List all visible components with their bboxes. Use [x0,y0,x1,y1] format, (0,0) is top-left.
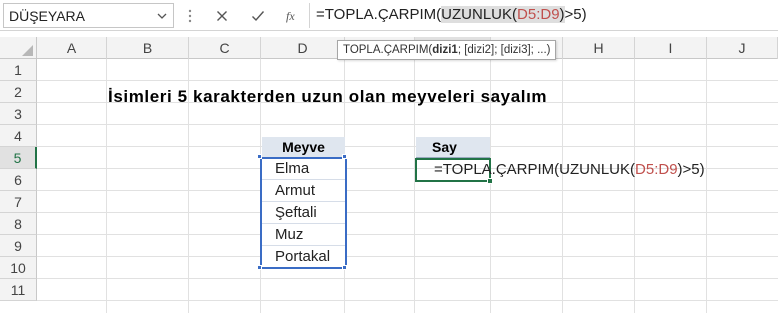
checkmark-icon [252,10,265,21]
cell-formula-suffix: >5) [682,161,705,178]
formula-prefix: =TOPLA.ÇARPIM( [316,6,442,23]
count-table-header[interactable]: Say [416,137,490,158]
select-all-button[interactable] [0,37,37,59]
grid-line [634,59,635,313]
fruit-cell[interactable]: Şeftali [262,202,345,224]
formula-bar-separator [309,3,310,28]
cell-formula-prefix: =TOPLA.ÇARPIM(UZUNLUK( [434,161,636,178]
drag-handle-icon[interactable] [188,9,192,23]
sheet-title: İsimleri 5 karakterden uzun olan meyvele… [108,87,548,106]
grid-line [37,146,778,147]
row-header-5[interactable]: 5 [0,147,37,169]
row-header-10[interactable]: 10 [0,257,37,279]
column-header-h[interactable]: H [563,37,635,59]
grid-line [562,59,563,313]
row-header-7[interactable]: 7 [0,191,37,213]
column-header-j[interactable]: J [707,37,778,59]
column-header-i[interactable]: I [635,37,707,59]
insert-function-button[interactable]: fx [280,4,306,27]
cell-formula-ref: D5:D9 [635,161,678,178]
tooltip-current-argument: dizi1 [432,44,458,56]
column-header-b[interactable]: B [107,37,189,59]
svg-text:fx: fx [286,9,295,23]
row-header-8[interactable]: 8 [0,213,37,235]
fill-handle[interactable] [487,178,493,184]
row-header-9[interactable]: 9 [0,235,37,257]
formula-highlighted-arg: UZUNLUK(D5:D9) [441,6,565,23]
grid-line [37,256,778,257]
formula-bar: DÜŞEYARA fx =TOPLA.ÇARPIM(UZUNLUK(D5:D9)… [0,0,778,31]
fruit-cell[interactable]: Portakal [262,246,345,268]
enter-button[interactable] [245,4,271,27]
fruit-cell[interactable]: Elma [262,158,345,180]
grid-line [706,59,707,313]
grid-line [37,278,778,279]
column-header-a[interactable]: A [37,37,107,59]
grid-line [37,124,778,125]
grid-line [37,300,778,301]
formula-suffix: >5) [564,6,587,23]
row-header-4[interactable]: 4 [0,125,37,147]
row-header-3[interactable]: 3 [0,103,37,125]
function-argument-tooltip[interactable]: TOPLA.ÇARPIM(dizi1; [dizi2]; [dizi3]; ..… [337,40,557,60]
range-resize-handle[interactable] [257,154,262,159]
range-resize-handle[interactable] [257,265,262,270]
range-resize-handle[interactable] [342,154,347,159]
cancel-button[interactable] [209,4,235,27]
function-icon: fx [286,9,295,23]
formula-ref: D5:D9 [517,6,560,23]
formula-func: UZUNLUK( [441,6,518,23]
range-resize-handle[interactable] [342,265,347,270]
row-header-11[interactable]: 11 [0,279,37,301]
fruit-cell[interactable]: Muz [262,224,345,246]
tooltip-function-name: TOPLA.ÇARPIM( [343,44,433,56]
column-header-c[interactable]: C [189,37,261,59]
chevron-down-icon[interactable] [155,9,169,23]
grid-line [37,190,778,191]
cell-formula-editor[interactable]: =TOPLA.ÇARPIM(UZUNLUK(D5:D9)>5) [434,161,705,178]
row-header-1[interactable]: 1 [0,59,37,81]
row-header-2[interactable]: 2 [0,81,37,103]
close-icon [217,10,227,21]
grid-line [106,59,107,313]
grid-line [37,80,778,81]
tooltip-other-arguments: ; [dizi2]; [dizi3]; ...) [457,44,551,56]
name-box[interactable]: DÜŞEYARA [3,3,174,28]
column-header-d[interactable]: D [261,37,345,59]
fruit-cell[interactable]: Armut [262,180,345,202]
formula-input[interactable]: =TOPLA.ÇARPIM(UZUNLUK(D5:D9)>5) [316,3,587,28]
row-header-6[interactable]: 6 [0,169,37,191]
grid-line [37,234,778,235]
grid-line [37,212,778,213]
name-box-text: DÜŞEYARA [9,8,85,24]
select-all-icon [22,45,33,56]
fruit-table-header[interactable]: Meyve [262,137,345,158]
